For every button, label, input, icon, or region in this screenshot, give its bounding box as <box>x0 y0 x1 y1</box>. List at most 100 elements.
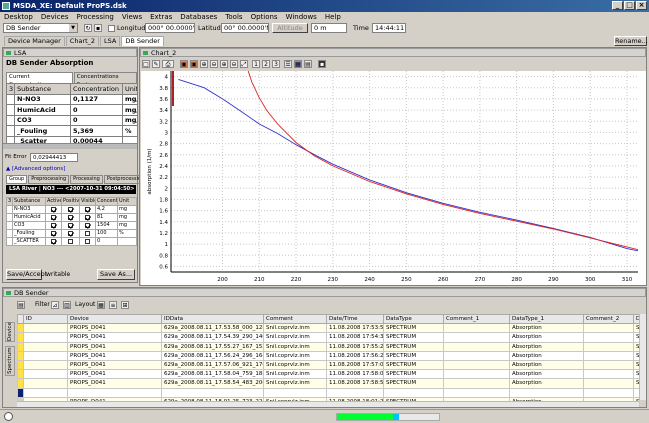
save-as-button[interactable]: Save As... <box>97 269 135 280</box>
table-row[interactable]: N-NO30,1127mg/l <box>6 93 138 105</box>
menu-desktop[interactable]: Desktop <box>4 12 33 22</box>
column-header[interactable]: Comment <box>263 313 327 325</box>
grid-icon[interactable]: ▤ <box>304 60 312 68</box>
tab-lsa[interactable]: LSA <box>100 36 121 46</box>
tab-device-manager[interactable]: Device Manager <box>4 36 65 46</box>
column-header[interactable]: DataType_1 <box>509 313 584 325</box>
columns-icon[interactable]: ▥ <box>63 301 71 309</box>
grid-row[interactable]: PROPS_D041 629a_2008.08.11_17.58.04_759_1… <box>17 369 640 380</box>
menu-windows[interactable]: Windows <box>286 12 317 22</box>
legend-icon[interactable]: ☰ <box>284 60 292 68</box>
active-checkbox[interactable] <box>51 214 56 220</box>
column-header[interactable]: ID <box>23 313 68 325</box>
rename-button[interactable]: Rename... <box>614 36 648 46</box>
visible-checkbox[interactable] <box>85 230 90 236</box>
grid-row[interactable]: PROPS_D041 629a_2008.08.11_17.56.24_296_1… <box>17 350 640 361</box>
zoom-in-icon[interactable]: ⊕ <box>200 60 208 68</box>
column-header[interactable]: Device <box>67 313 162 325</box>
axis-2-button[interactable]: 2 <box>262 60 270 68</box>
positive-checkbox[interactable] <box>68 214 73 220</box>
column-header[interactable]: Substance <box>12 197 46 206</box>
list-icon[interactable]: ≡ <box>109 301 117 309</box>
column-header[interactable]: Comment_2 <box>583 313 634 325</box>
zoom-out-icon[interactable]: ⊖ <box>210 60 218 68</box>
column-header[interactable]: Visible <box>79 197 96 206</box>
tree-icon[interactable]: ⊞ <box>121 301 129 309</box>
visible-checkbox[interactable] <box>85 238 90 244</box>
table-row[interactable]: HumicAcid0mg/l <box>6 104 138 116</box>
altitude-field[interactable]: 0 m <box>311 23 347 33</box>
device-select[interactable]: DB Sender ▼ <box>3 23 78 33</box>
filter-icon[interactable]: ⊿ <box>51 301 59 309</box>
visible-checkbox[interactable] <box>85 206 90 212</box>
column-header[interactable]: IDData <box>161 313 264 325</box>
refresh-icon[interactable]: ↻ <box>84 24 92 32</box>
tab-processing[interactable]: Processing <box>70 175 103 184</box>
layout-icon[interactable]: ▦ <box>97 301 105 309</box>
column-header[interactable]: Substance <box>14 83 71 95</box>
tab-db-sender[interactable]: DB Sender <box>121 36 164 46</box>
minimize-button[interactable]: _ <box>612 1 623 10</box>
column-header[interactable]: Positive <box>61 197 80 206</box>
side-tab-spectrum[interactable]: Spectrum <box>5 346 15 376</box>
fit-error-field[interactable]: 0,02944413 <box>30 153 78 162</box>
positive-checkbox[interactable] <box>68 238 73 244</box>
grid-row[interactable]: PROPS_D041 629a_2008.08.11_17.53.58_000_1… <box>17 323 640 334</box>
grid-vertical-scrollbar[interactable] <box>639 314 646 400</box>
column-header[interactable]: Unit <box>117 197 137 206</box>
longitude-field[interactable]: 000° 00.0000'E <box>145 23 195 33</box>
menu-tools[interactable]: Tools <box>225 12 242 22</box>
altitude-button[interactable]: Altitude <box>272 23 308 33</box>
visible-checkbox[interactable] <box>85 214 90 220</box>
menu-databases[interactable]: Databases <box>180 12 217 22</box>
menu-processing[interactable]: Processing <box>76 12 113 22</box>
column-header[interactable]: Active <box>45 197 62 206</box>
grid-row[interactable]: PROPS_D041 629a_2008.08.11_17.58.54_483_2… <box>17 378 640 389</box>
axis-3-button[interactable]: 3 <box>272 60 280 68</box>
positive-checkbox[interactable] <box>68 230 73 236</box>
print-icon[interactable]: ⎙ <box>162 60 174 68</box>
tab-preprocessing[interactable]: Preprocessing <box>28 175 70 184</box>
column-header[interactable]: Concentration <box>70 83 123 95</box>
menu-help[interactable]: Help <box>325 12 341 22</box>
filter-button[interactable]: Filter <box>35 300 50 310</box>
menu-views[interactable]: Views <box>122 12 142 22</box>
column-header[interactable]: Concentr. <box>95 197 118 206</box>
grid-row[interactable]: PROPS_D041 629a_2008.08.11_17.54.39_290_1… <box>17 332 640 343</box>
table-row[interactable]: HumicAcid 81 mg <box>6 212 137 222</box>
grid-row[interactable]: PROPS_D041 629a_2008.08.11_17.55.27_167_1… <box>17 341 640 352</box>
menu-extras[interactable]: Extras <box>150 12 172 22</box>
cursor-icon[interactable]: ▣ <box>180 60 188 68</box>
save-icon[interactable]: ▪ <box>94 24 102 32</box>
layout-button[interactable]: Layout <box>75 300 95 310</box>
save-accept-button[interactable]: Save/Accept <box>6 269 47 280</box>
edit-icon[interactable]: ✎ <box>152 60 160 68</box>
grid-row[interactable]: PROPS_D041 629a_2008.08.11_17.57.06_921_1… <box>17 359 640 371</box>
database-icon[interactable]: ▤ <box>17 301 25 309</box>
column-header[interactable]: 3 <box>6 83 15 95</box>
gps-checkbox[interactable] <box>108 25 115 32</box>
zoom-y-icon[interactable]: ⊖ <box>230 60 238 68</box>
table-row[interactable]: _Fouling 5,369% <box>6 125 138 137</box>
menu-options[interactable]: Options <box>251 12 278 22</box>
new-icon[interactable]: □ <box>142 60 150 68</box>
active-checkbox[interactable] <box>51 238 56 244</box>
zoom-x-icon[interactable]: ⊕ <box>220 60 228 68</box>
close-button[interactable]: × <box>636 1 647 10</box>
column-header[interactable]: Date/Time <box>326 313 384 325</box>
table-row[interactable]: CO30mg/l <box>6 114 138 126</box>
export-icon[interactable]: ▪ <box>318 60 326 68</box>
visible-checkbox[interactable] <box>85 222 90 228</box>
menu-devices[interactable]: Devices <box>41 12 69 22</box>
side-tab-device[interactable]: Device <box>5 322 15 342</box>
splitter[interactable] <box>3 143 137 149</box>
cursor-marker[interactable] <box>172 71 174 106</box>
axis-1-button[interactable]: 1 <box>252 60 260 68</box>
time-field[interactable]: 14:44:11 <box>372 23 406 33</box>
maximize-button[interactable]: □ <box>624 1 635 10</box>
absorption-chart[interactable]: 0.6 0.8 1 1.2 1.4 1.6 1.8 2 2.2 2.4 2.6 2.8 3 3.2 3.4 3… <box>141 71 646 285</box>
column-header[interactable]: Comment_1 <box>443 313 510 325</box>
active-checkbox[interactable] <box>51 206 56 212</box>
advanced-options-link[interactable]: ▲ [Advanced options] <box>6 166 65 172</box>
tab-chart-2[interactable]: Chart_2 <box>65 36 100 46</box>
